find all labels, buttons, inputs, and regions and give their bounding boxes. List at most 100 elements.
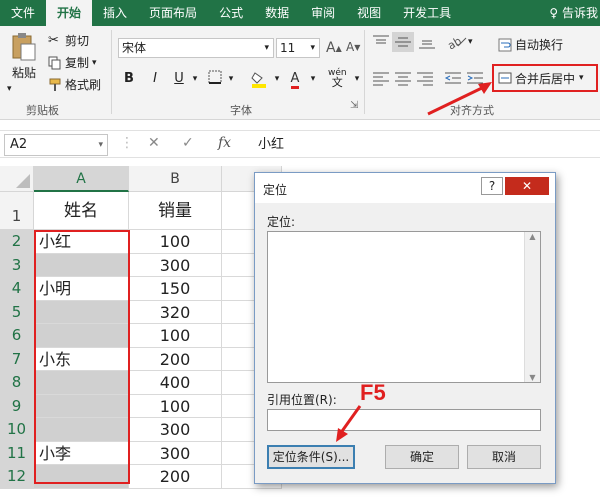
align-middle-icon: [395, 37, 411, 47]
orientation-button[interactable]: ab ▾: [446, 34, 473, 50]
special-button[interactable]: 定位条件(S)...: [267, 445, 355, 469]
reference-input[interactable]: [267, 409, 541, 431]
cell-b[interactable]: 150: [129, 277, 222, 301]
merge-center-button[interactable]: 合并后居中 ▾: [492, 64, 598, 92]
close-button[interactable]: ✕: [505, 177, 549, 195]
border-dropdown-icon[interactable]: ▾: [222, 70, 240, 88]
tab-review[interactable]: 审阅: [300, 0, 346, 26]
cell-b[interactable]: 300: [129, 418, 222, 442]
font-size-select[interactable]: 11 ▾: [276, 38, 320, 58]
tab-file[interactable]: 文件: [0, 0, 46, 26]
cell-b[interactable]: 销量: [129, 192, 222, 230]
fill-bucket-icon: [251, 72, 266, 88]
fill-color-dropdown-icon[interactable]: ▾: [268, 70, 286, 88]
cell-b[interactable]: 200: [129, 465, 222, 489]
cancel-icon[interactable]: ✕: [148, 135, 160, 151]
fill-color-button[interactable]: [250, 70, 268, 88]
formula-bar: A2 ▾ ⋮ ✕ ✓ fx 小红: [0, 130, 600, 158]
column-header-a[interactable]: A: [34, 166, 129, 192]
copy-button[interactable]: 复制 ▾: [48, 54, 97, 71]
list-scrollbar[interactable]: ▲ ▼: [524, 232, 540, 382]
name-box[interactable]: A2 ▾: [4, 134, 108, 156]
goto-label: 定位:: [267, 215, 296, 229]
tab-data[interactable]: 数据: [254, 0, 300, 26]
cell-b[interactable]: 320: [129, 300, 222, 324]
enter-check-icon[interactable]: ✓: [182, 135, 194, 151]
phonetic-button[interactable]: wén 文: [328, 68, 347, 88]
goto-list[interactable]: ▲ ▼: [267, 231, 541, 383]
cell-b[interactable]: 100: [129, 230, 222, 254]
font-name-select[interactable]: 宋体 ▾: [118, 38, 274, 58]
row-header[interactable]: 6: [0, 324, 34, 348]
goto-dialog: 定位 ? ✕ 定位: ▲ ▼ 引用位置(R): 定位条件(S)... 确定 取消: [254, 172, 556, 484]
insert-function-button[interactable]: fx: [218, 135, 231, 151]
row-header[interactable]: 12: [0, 465, 34, 489]
row-header[interactable]: 7: [0, 347, 34, 371]
tab-page-layout[interactable]: 页面布局: [138, 0, 208, 26]
tab-view[interactable]: 视图: [346, 0, 392, 26]
chevron-down-icon: ▾: [310, 43, 315, 53]
column-header-b[interactable]: B: [129, 166, 222, 192]
font-dialog-launcher-icon[interactable]: ⇲: [350, 100, 358, 111]
italic-button[interactable]: I: [146, 70, 164, 88]
decrease-font-size-button[interactable]: A ▼: [346, 40, 360, 54]
tab-developer[interactable]: 开发工具: [392, 0, 462, 26]
align-center-button[interactable]: [394, 70, 412, 86]
formula-input[interactable]: 小红: [258, 134, 284, 156]
align-top-icon: [373, 35, 389, 44]
tell-me[interactable]: ♀ 告诉我: [549, 0, 598, 26]
underline-dropdown-icon[interactable]: ▾: [186, 70, 204, 88]
help-button[interactable]: ?: [481, 177, 503, 195]
cancel-button[interactable]: 取消: [467, 445, 541, 469]
row-header[interactable]: 4: [0, 277, 34, 301]
tab-formulas[interactable]: 公式: [208, 0, 254, 26]
row-header[interactable]: 1: [0, 192, 34, 230]
font-color-button[interactable]: A: [286, 70, 304, 89]
scroll-down-icon[interactable]: ▼: [525, 373, 540, 382]
row-header[interactable]: 5: [0, 300, 34, 324]
wrap-text-button[interactable]: 自动换行: [498, 36, 563, 53]
chevron-down-icon: ▾: [579, 73, 584, 83]
close-icon: ✕: [521, 179, 533, 193]
cell-b[interactable]: 400: [129, 371, 222, 395]
row-header[interactable]: 3: [0, 253, 34, 277]
scroll-up-icon[interactable]: ▲: [525, 232, 540, 241]
top-align-button[interactable]: [372, 34, 390, 50]
align-left-icon: [373, 72, 389, 86]
format-painter-icon: [48, 78, 62, 92]
cut-button[interactable]: ✂ 剪切: [48, 32, 89, 49]
paste-dropdown-icon[interactable]: ▾: [7, 84, 12, 94]
align-bottom-icon: [419, 40, 435, 49]
row-header[interactable]: 11: [0, 441, 34, 465]
cell-a[interactable]: 姓名: [34, 192, 129, 230]
tab-home[interactable]: 开始: [46, 0, 93, 26]
row-header[interactable]: 2: [0, 230, 34, 254]
bottom-align-button[interactable]: [418, 34, 436, 50]
select-all-corner[interactable]: [0, 166, 34, 192]
middle-align-button[interactable]: [392, 32, 414, 52]
align-left-button[interactable]: [372, 70, 390, 86]
row-header[interactable]: 9: [0, 394, 34, 418]
format-painter-button[interactable]: 格式刷: [48, 76, 101, 93]
paste-icon: [12, 33, 36, 61]
row-header[interactable]: 10: [0, 418, 34, 442]
ribbon-home: 粘贴 ▾ ✂ 剪切 复制 ▾ 格式刷 剪贴板 宋体 ▾ 11 ▾ A ▲ A ▼ B I U…: [0, 26, 600, 120]
font-color-icon: A: [290, 72, 300, 89]
cell-b[interactable]: 200: [129, 347, 222, 371]
excel-window: 文件 开始 插入 页面布局 公式 数据 审阅 视图 开发工具 ♀ 告诉我 粘贴 …: [0, 0, 600, 502]
font-color-dropdown-icon[interactable]: ▾: [304, 70, 322, 88]
paste-button[interactable]: 粘贴: [8, 32, 40, 81]
increase-font-size-button[interactable]: A ▲: [326, 40, 342, 56]
cell-b[interactable]: 300: [129, 441, 222, 465]
ok-button[interactable]: 确定: [385, 445, 459, 469]
lightbulb-icon: ♀: [549, 6, 562, 20]
merge-center-icon: [498, 71, 512, 85]
reference-label: 引用位置(R):: [267, 393, 337, 407]
bold-button[interactable]: B: [120, 70, 138, 88]
tab-insert[interactable]: 插入: [92, 0, 138, 26]
cell-b[interactable]: 100: [129, 324, 222, 348]
dialog-title: 定位: [263, 183, 288, 197]
row-header[interactable]: 8: [0, 371, 34, 395]
cell-b[interactable]: 100: [129, 394, 222, 418]
cell-b[interactable]: 300: [129, 253, 222, 277]
